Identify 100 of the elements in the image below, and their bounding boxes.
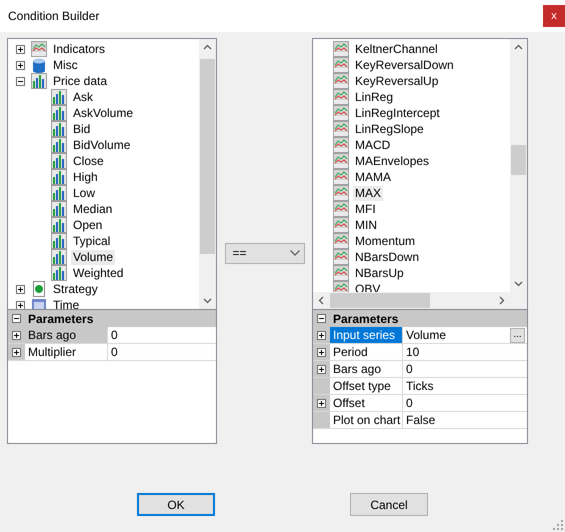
tree-item[interactable]: LinRegIntercept: [353, 106, 442, 120]
property-value[interactable]: Volume: [406, 327, 446, 343]
bar-chart-icon: [51, 169, 67, 185]
scrollbar-thumb[interactable]: [200, 59, 215, 254]
expand-icon[interactable]: [317, 330, 326, 340]
ellipsis-button[interactable]: ...: [510, 328, 525, 342]
tree-item[interactable]: MIN: [353, 218, 379, 232]
bar-chart-icon: [51, 89, 67, 105]
tree-item[interactable]: LinRegSlope: [353, 122, 426, 136]
window-title: Condition Builder: [8, 9, 100, 23]
tree-item[interactable]: Time: [51, 298, 82, 309]
chart-icon: [333, 137, 349, 153]
chart-icon: [333, 217, 349, 233]
chart-icon: [333, 89, 349, 105]
bar-chart-icon: [51, 249, 67, 265]
tree-item[interactable]: Open: [71, 218, 104, 232]
cancel-button[interactable]: Cancel: [350, 493, 428, 516]
bar-chart-icon: [51, 265, 67, 281]
expand-icon[interactable]: [317, 364, 326, 374]
tree-item[interactable]: Volume: [71, 250, 116, 264]
bar-chart-icon: [51, 217, 67, 233]
expand-icon[interactable]: [16, 60, 25, 70]
bar-chart-icon: [51, 137, 67, 153]
tree-item[interactable]: Median: [71, 202, 114, 216]
property-value[interactable]: 0: [406, 361, 413, 377]
property-name[interactable]: Offset: [330, 395, 403, 411]
collapse-icon[interactable]: [16, 76, 25, 86]
collapse-icon[interactable]: [317, 314, 326, 323]
tree-item[interactable]: BidVolume: [71, 138, 132, 152]
chart-icon: [333, 249, 349, 265]
chart-icon: [333, 201, 349, 217]
chart-icon: [333, 105, 349, 121]
property-name[interactable]: Multiplier: [25, 344, 108, 360]
calendar-icon: [31, 297, 47, 309]
chart-icon: [333, 233, 349, 249]
tree-item[interactable]: NBarsUp: [353, 266, 406, 280]
tree-item[interactable]: KeyReversalDown: [353, 58, 456, 72]
tree-item[interactable]: MAMA: [353, 170, 393, 184]
property-name[interactable]: Bars ago: [330, 361, 403, 377]
tree-item[interactable]: Indicators: [51, 42, 108, 56]
property-name[interactable]: Period: [330, 344, 403, 360]
expand-icon[interactable]: [16, 300, 25, 309]
chart-icon: [333, 169, 349, 185]
chart-icon: [333, 185, 349, 201]
property-name[interactable]: Plot on chart: [330, 412, 403, 428]
section-header: Parameters: [28, 312, 94, 326]
scrollbar-thumb[interactable]: [511, 145, 526, 175]
expand-icon[interactable]: [16, 44, 25, 54]
bar-chart-icon: [51, 185, 67, 201]
chart-icon: [333, 41, 349, 57]
tree-item[interactable]: AskVolume: [71, 106, 136, 120]
chart-icon: [333, 73, 349, 89]
tree-item[interactable]: MFI: [353, 202, 378, 216]
tree-item[interactable]: NBarsDown: [353, 250, 422, 264]
tree-item[interactable]: KeltnerChannel: [353, 42, 440, 56]
tree-item[interactable]: MACD: [353, 138, 392, 152]
tree-item[interactable]: Bid: [71, 122, 92, 136]
property-name[interactable]: Input series: [330, 327, 403, 343]
chart-icon: [31, 41, 47, 57]
expand-icon[interactable]: [12, 348, 21, 356]
property-value[interactable]: 0: [406, 395, 413, 411]
property-value[interactable]: 0: [111, 344, 118, 360]
expand-icon[interactable]: [12, 330, 21, 340]
scrollbar-thumb[interactable]: [330, 293, 430, 308]
expand-icon[interactable]: [16, 284, 25, 294]
resize-grip-icon[interactable]: [553, 520, 563, 530]
tree-item[interactable]: Close: [71, 154, 106, 168]
tree-item[interactable]: Typical: [71, 234, 112, 248]
bar-chart-icon: [51, 121, 67, 137]
bar-chart-icon: [51, 201, 67, 217]
expand-icon[interactable]: [317, 348, 326, 356]
tree-item[interactable]: High: [71, 170, 100, 184]
bar-chart-icon: [51, 105, 67, 121]
bar-chart-icon: [51, 153, 67, 169]
tree-item[interactable]: Misc: [51, 58, 80, 72]
property-value[interactable]: Ticks: [406, 378, 434, 394]
property-value[interactable]: 0: [111, 327, 118, 343]
tree-item[interactable]: MAX: [353, 186, 384, 200]
ok-button[interactable]: OK: [137, 493, 215, 516]
chart-icon: [333, 57, 349, 73]
tree-item[interactable]: Strategy: [51, 282, 100, 296]
property-value[interactable]: 10: [406, 344, 420, 360]
tree-item[interactable]: Price data: [51, 74, 110, 88]
property-name[interactable]: Bars ago: [25, 327, 108, 343]
collapse-icon[interactable]: [12, 314, 21, 323]
section-header: Parameters: [333, 312, 398, 326]
close-button[interactable]: x: [543, 5, 565, 27]
property-name[interactable]: Offset type: [330, 378, 403, 394]
tree-item[interactable]: MAEnvelopes: [353, 154, 432, 168]
tree-item[interactable]: Weighted: [71, 266, 126, 280]
chart-icon: [333, 153, 349, 169]
tree-item[interactable]: Ask: [71, 90, 96, 104]
expand-icon[interactable]: [317, 398, 326, 408]
tree-item[interactable]: Low: [71, 186, 98, 200]
tree-item[interactable]: Momentum: [353, 234, 418, 248]
chart-icon: [333, 121, 349, 137]
tree-item[interactable]: LinReg: [353, 90, 396, 104]
tree-item[interactable]: KeyReversalUp: [353, 74, 440, 88]
operator-dropdown[interactable]: ==: [224, 242, 304, 264]
property-value[interactable]: False: [406, 412, 436, 428]
